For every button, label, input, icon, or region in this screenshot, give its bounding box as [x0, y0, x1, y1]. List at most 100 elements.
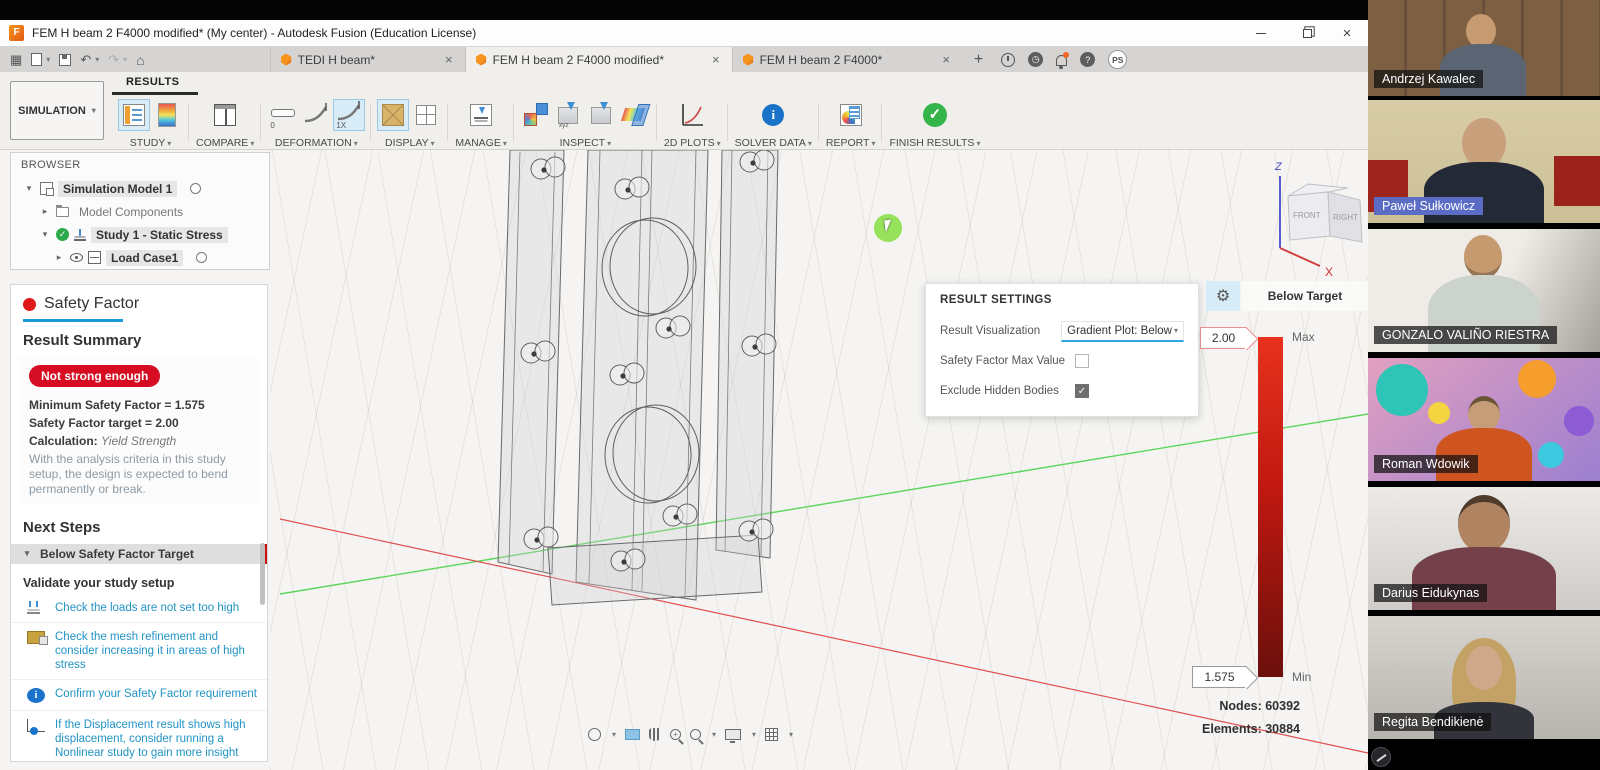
deformation-actual-icon[interactable] — [301, 100, 331, 130]
workspace-selector[interactable]: SIMULATION ▾ — [10, 81, 104, 140]
display-dropdown[interactable]: DISPLAY▾ — [385, 137, 435, 149]
fit-caret-icon[interactable]: ▾ — [712, 730, 716, 739]
legend-min-value[interactable]: 1.575 — [1192, 666, 1247, 688]
legend-plot-icon[interactable] — [152, 100, 182, 130]
participant-tile[interactable]: Andrzej Kawalec — [1368, 0, 1600, 96]
2d-plot-icon[interactable] — [677, 100, 707, 130]
close-tab-icon[interactable]: × — [443, 52, 455, 67]
legend-max-input[interactable]: 2.00 — [1200, 327, 1247, 349]
close-tab-icon[interactable]: × — [710, 52, 722, 67]
meeting-app-logo-icon[interactable] — [1371, 747, 1391, 767]
look-at-icon[interactable] — [625, 729, 640, 740]
ribbon-tab-results[interactable]: RESULTS — [126, 76, 179, 88]
inspect-dropdown[interactable]: INSPECT▾ — [560, 137, 612, 149]
redo-caret-icon[interactable]: ▾ — [123, 55, 127, 64]
panel-scrollbar[interactable] — [260, 543, 265, 605]
pan-icon[interactable] — [649, 728, 661, 741]
report-dropdown[interactable]: REPORT▾ — [826, 137, 876, 149]
recent-activity-icon[interactable]: ◷ — [1028, 52, 1043, 67]
collapse-icon[interactable]: ▾ — [39, 229, 51, 240]
notifications-bell-icon[interactable] — [1056, 55, 1067, 66]
home-icon[interactable]: ⌂ — [136, 52, 144, 68]
slice-plane-icon[interactable] — [620, 100, 650, 130]
2d-plots-dropdown[interactable]: 2D PLOTS▾ — [664, 137, 721, 149]
file-menu-icon[interactable] — [31, 53, 42, 66]
probe-icon[interactable] — [587, 100, 617, 130]
window-title: FEM H beam 2 F4000 modified* (My center)… — [32, 26, 476, 40]
undo-caret-icon[interactable]: ▾ — [95, 55, 99, 64]
next-step-item[interactable]: If the Displacement result shows high di… — [11, 711, 267, 763]
tree-item-model-components[interactable]: Model Components — [74, 204, 188, 220]
zoom-icon[interactable]: + — [670, 729, 681, 740]
report-icon[interactable] — [836, 100, 866, 130]
participant-video — [1466, 14, 1496, 48]
close-tab-icon[interactable]: × — [940, 52, 952, 67]
participant-tile[interactable]: Paweł Sułkowicz — [1368, 100, 1600, 223]
compare-icon[interactable] — [210, 100, 240, 130]
caret-icon: ▾ — [1174, 326, 1178, 335]
safety-factor-max-checkbox[interactable] — [1075, 354, 1089, 368]
activate-radio[interactable] — [190, 183, 201, 194]
display-settings-icon[interactable] — [725, 729, 741, 740]
orbit-caret-icon[interactable]: ▾ — [612, 730, 616, 739]
compare-dropdown[interactable]: COMPARE▾ — [196, 137, 254, 149]
close-window-button[interactable]: × — [1330, 20, 1364, 46]
grid-display-icon[interactable] — [411, 100, 441, 130]
solver-data-info-icon[interactable]: i — [758, 100, 788, 130]
restore-button[interactable] — [1290, 20, 1324, 46]
fit-icon[interactable] — [690, 729, 701, 740]
expand-icon[interactable]: ▸ — [39, 206, 51, 217]
tab-tedi-h-beam[interactable]: TEDI H beam* × — [270, 47, 465, 72]
tab-fem-h-beam[interactable]: FEM H beam 2 F4000* × — [732, 47, 962, 72]
manage-dropdown[interactable]: MANAGE▾ — [455, 137, 507, 149]
finish-results-dropdown[interactable]: FINISH RESULTS▾ — [889, 137, 980, 149]
result-visualization-select[interactable]: Gradient Plot: Below ▾ — [1061, 321, 1184, 342]
model-viewport[interactable]: FRONT RIGHT Z X RESULT SETTINGS Result V… — [270, 150, 1368, 770]
orbit-icon[interactable] — [588, 728, 601, 741]
expand-icon[interactable]: ▸ — [53, 252, 65, 263]
finish-results-icon[interactable]: ✓ — [920, 100, 950, 130]
participant-tile[interactable]: Darius Eidukynas — [1368, 487, 1600, 610]
deformation-dropdown[interactable]: DEFORMATION▾ — [275, 137, 358, 149]
tab-fem-h-beam-modified[interactable]: FEM H beam 2 F4000 modified* × — [465, 47, 732, 72]
solver-data-dropdown[interactable]: SOLVER DATA▾ — [735, 137, 812, 149]
tree-item-load-case[interactable]: Load Case1 — [106, 250, 183, 266]
app-grid-icon[interactable]: ▦ — [10, 52, 22, 68]
job-status-icon[interactable] — [1001, 53, 1015, 67]
file-caret-icon[interactable]: ▾ — [46, 55, 50, 64]
manage-icon[interactable] — [466, 100, 496, 130]
deformation-1x-icon[interactable]: 1X — [334, 100, 364, 130]
display-caret-icon[interactable]: ▾ — [752, 730, 756, 739]
inspect-results-icon[interactable] — [521, 100, 551, 130]
mesh-display-icon[interactable] — [378, 100, 408, 130]
grid-settings-icon[interactable] — [765, 728, 778, 741]
study-dropdown[interactable]: STUDY▾ — [130, 137, 172, 149]
visibility-eye-icon[interactable] — [70, 253, 83, 262]
participant-tile[interactable]: Roman Wdowik — [1368, 358, 1600, 481]
next-step-item[interactable]: Check the mesh refinement and consider i… — [11, 623, 267, 680]
legend-settings-gear-icon[interactable]: ⚙ — [1206, 281, 1240, 311]
tree-item-study[interactable]: Study 1 - Static Stress — [91, 227, 228, 243]
below-target-section[interactable]: ▾ Below Safety Factor Target — [11, 544, 267, 564]
redo-icon[interactable]: ↷ — [108, 52, 119, 68]
collapse-icon[interactable]: ▾ — [23, 183, 35, 194]
next-step-item[interactable]: i Confirm your Safety Factor requirement — [11, 680, 267, 711]
undo-icon[interactable]: ↶ — [80, 52, 91, 68]
minimize-button[interactable] — [1244, 20, 1278, 46]
participant-tile[interactable]: GONZALO VALIÑO RIESTRA — [1368, 229, 1600, 352]
new-tab-icon[interactable]: + — [962, 51, 995, 69]
probe-xyz-icon[interactable]: xyz — [554, 100, 584, 130]
tree-item-simulation-model[interactable]: Simulation Model 1 — [58, 181, 177, 197]
browser-header: BROWSER — [11, 153, 269, 177]
help-icon[interactable]: ? — [1080, 52, 1095, 67]
save-icon[interactable] — [59, 54, 71, 66]
grid-caret-icon[interactable]: ▾ — [789, 730, 793, 739]
exclude-hidden-bodies-checkbox[interactable]: ✓ — [1075, 384, 1089, 398]
next-step-item[interactable]: Check the loads are not set too high — [11, 594, 267, 623]
user-avatar[interactable]: PS — [1108, 50, 1127, 69]
participant-tile[interactable]: Regita Bendikienė — [1368, 616, 1600, 739]
study-manager-icon[interactable] — [119, 100, 149, 130]
activate-radio[interactable] — [196, 252, 207, 263]
nonlinear-chart-icon — [27, 719, 45, 732]
deformation-none-icon[interactable]: 0 — [268, 100, 298, 130]
